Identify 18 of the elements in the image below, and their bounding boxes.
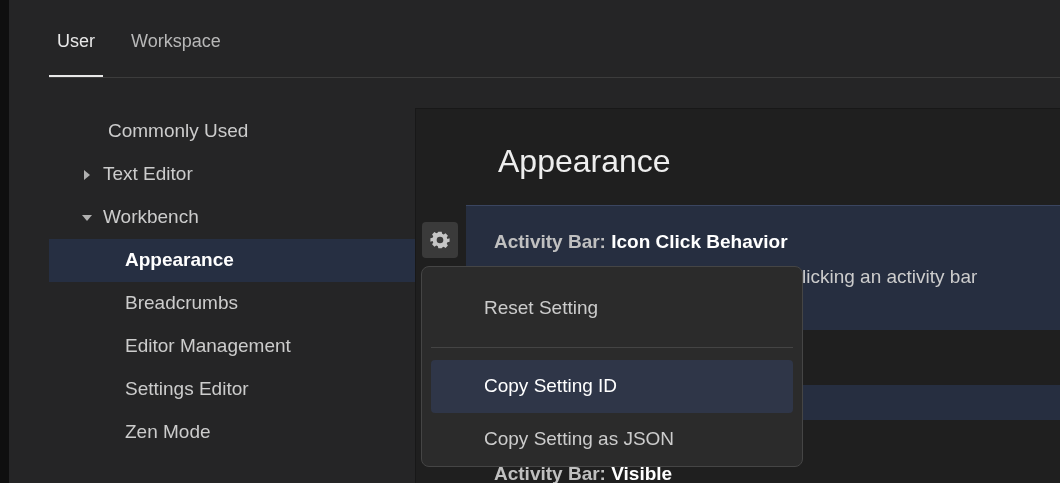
menu-item[interactable]: Reset Setting [431, 282, 793, 335]
menu-item[interactable]: Copy Setting ID [431, 360, 793, 413]
settings-tab[interactable]: User [49, 28, 103, 77]
tree-item[interactable]: Text Editor [49, 153, 415, 196]
menu-item[interactable]: Copy Setting as JSON [431, 413, 793, 466]
tree-item[interactable]: Settings Editor [49, 368, 415, 411]
tree-item[interactable]: Appearance [49, 239, 415, 282]
setting-description: licking an activity bar [801, 265, 979, 289]
gear-icon [430, 230, 450, 250]
tree-item[interactable]: Workbench [49, 196, 415, 239]
setting-title: Activity Bar: Icon Click Behavior [493, 232, 789, 251]
tree-item[interactable]: Editor Management [49, 325, 415, 368]
section-title: Appearance [498, 142, 672, 181]
tree-item[interactable]: Zen Mode [49, 411, 415, 454]
tree-item[interactable]: Breadcrumbs [49, 282, 415, 325]
tree-item[interactable]: Commonly Used [49, 110, 415, 153]
settings-gear-button[interactable] [422, 222, 458, 258]
settings-tab[interactable]: Workspace [123, 28, 229, 77]
